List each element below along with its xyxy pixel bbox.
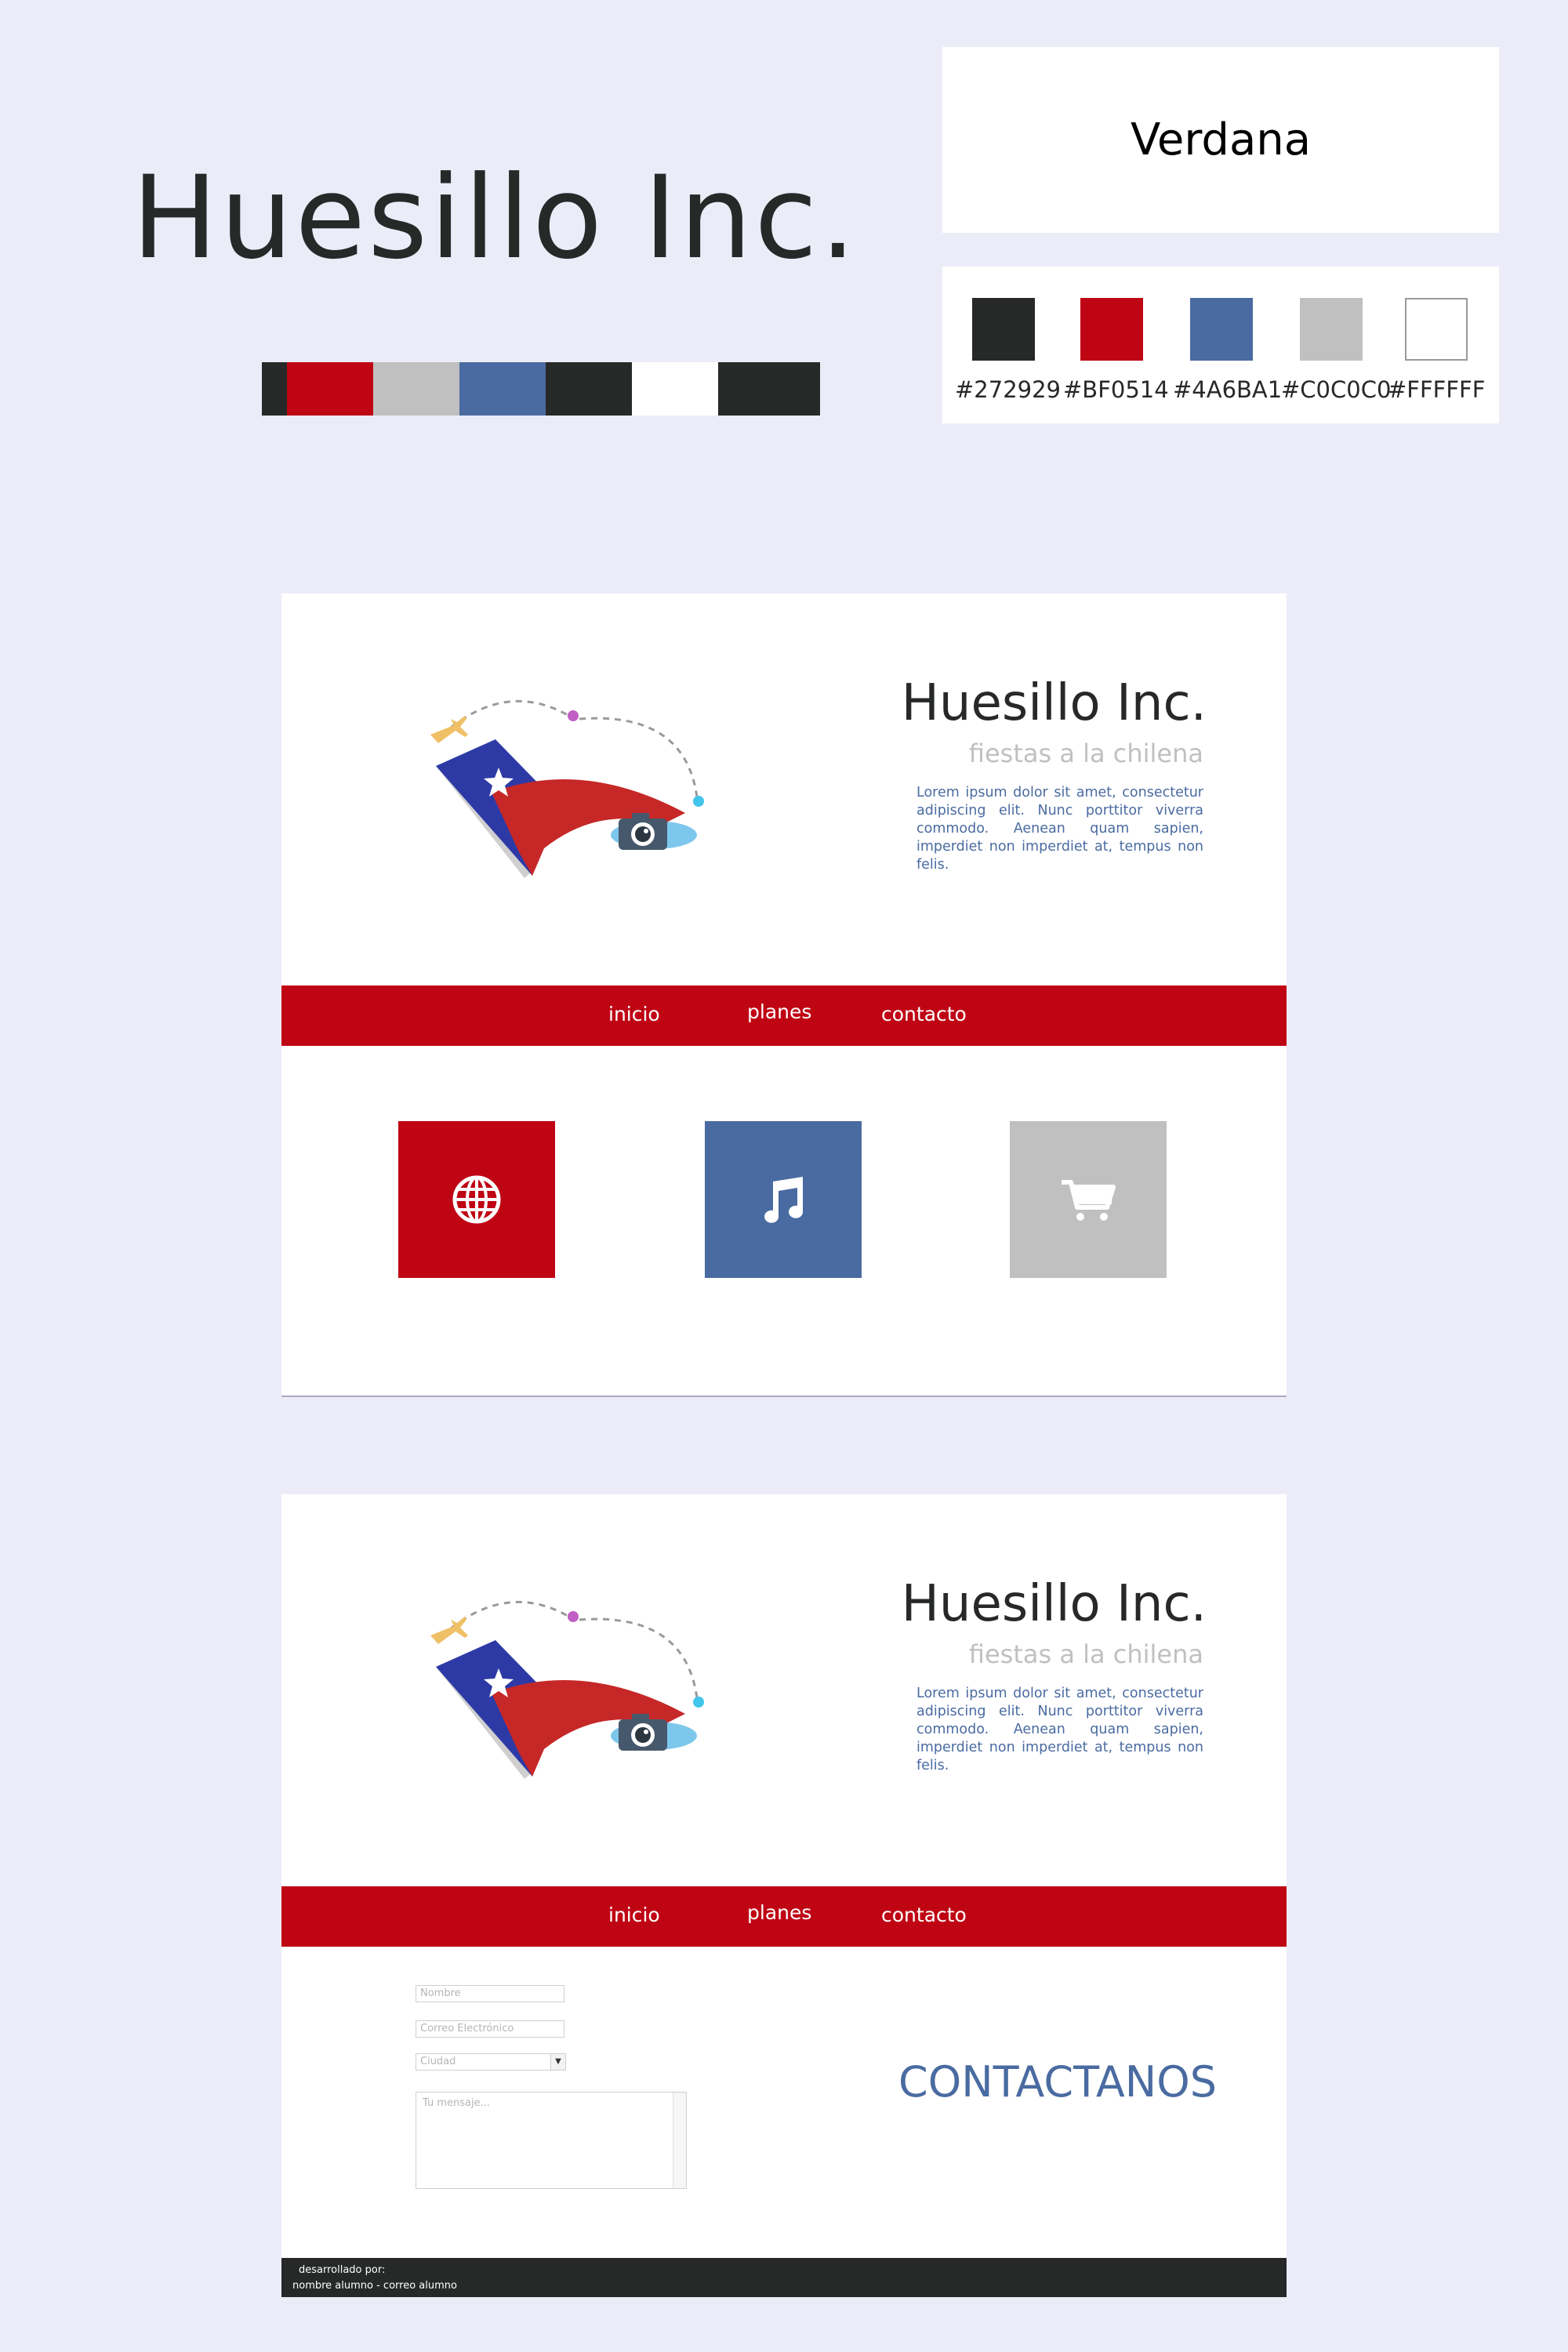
music-note-icon [764, 1177, 804, 1223]
palette-strip-dark [546, 362, 632, 416]
globe-icon [452, 1175, 501, 1224]
message-placeholder: Tu mensaje... [423, 2097, 490, 2109]
site-title: Huesillo Inc. [901, 1575, 1207, 1633]
city-select[interactable]: Ciudad ▼ [416, 2053, 566, 2071]
textarea-scrollbar[interactable] [673, 2092, 686, 2188]
logo-icon [430, 700, 704, 878]
tile-globe[interactable] [398, 1121, 555, 1278]
nav-inicio[interactable]: inicio [608, 1904, 660, 1926]
swatch-code: #BF0514 [1063, 376, 1169, 403]
site-title: Huesillo Inc. [901, 674, 1207, 732]
site-subtitle: fiestas a la chilena [968, 739, 1203, 768]
chevron-down-icon[interactable]: ▼ [550, 2054, 565, 2070]
palette-strip-dark [262, 362, 287, 416]
swatch-gray [1300, 298, 1363, 361]
palette-strip-blue [459, 362, 546, 416]
swatch-code: #C0C0C0 [1281, 376, 1392, 403]
logo-icon [430, 1601, 704, 1779]
nav-contacto[interactable]: contacto [881, 1904, 967, 1926]
nav-planes[interactable]: planes [747, 1901, 811, 1924]
nav-planes[interactable]: planes [747, 1000, 811, 1023]
contact-heading: CONTACTANOS [898, 2057, 1217, 2107]
site-description: Lorem ipsum dolor sit amet, consectetur … [916, 785, 1203, 873]
swatch-code: #4A6BA1 [1173, 376, 1283, 403]
swatch-blue [1190, 298, 1253, 361]
palette-strip-dark [718, 362, 820, 416]
palette-strip-red [287, 362, 373, 416]
footer: desarrollado por: nombre alumno - correo… [281, 2258, 1287, 2297]
swatch-card: #272929 #BF0514 #4A6BA1 #C0C0C0 #FFFFFF [942, 267, 1499, 423]
brand-title: Huesillo Inc. [132, 151, 858, 285]
footer-credit-label: desarrollado por: [299, 2264, 386, 2276]
shopping-cart-icon [1062, 1180, 1116, 1221]
tile-cart[interactable] [1010, 1121, 1167, 1278]
palette-strip [262, 362, 820, 416]
palette-strip-white [632, 362, 718, 416]
email-field[interactable]: Correo Electrónico [416, 2020, 564, 2038]
font-name: Verdana [1130, 114, 1312, 165]
site-description: Lorem ipsum dolor sit amet, consectetur … [916, 1686, 1203, 1773]
nav-contacto[interactable]: contacto [881, 1003, 967, 1025]
main-nav: inicio planes contacto [281, 1886, 1287, 1947]
name-field[interactable]: Nombre [416, 1985, 564, 2002]
message-textarea[interactable]: Tu mensaje... [416, 2092, 687, 2189]
font-card: Verdana [942, 47, 1499, 233]
swatch-code: #FFFFFF [1388, 376, 1486, 403]
swatch-white [1405, 298, 1468, 361]
tile-music[interactable] [705, 1121, 862, 1278]
swatch-red [1080, 298, 1143, 361]
contact-page-mockup: Huesillo Inc. fiestas a la chilena Lorem… [281, 1494, 1287, 2297]
swatch-dark [972, 298, 1035, 361]
home-page-mockup: Huesillo Inc. fiestas a la chilena Lorem… [281, 593, 1287, 1397]
nav-inicio[interactable]: inicio [608, 1003, 660, 1025]
main-nav: inicio planes contacto [281, 985, 1287, 1046]
city-select-value: Ciudad [420, 2056, 456, 2067]
site-subtitle: fiestas a la chilena [968, 1639, 1203, 1669]
swatch-code: #272929 [955, 376, 1062, 403]
footer-credit-names: nombre alumno - correo alumno [292, 2280, 457, 2292]
palette-strip-gray [373, 362, 459, 416]
